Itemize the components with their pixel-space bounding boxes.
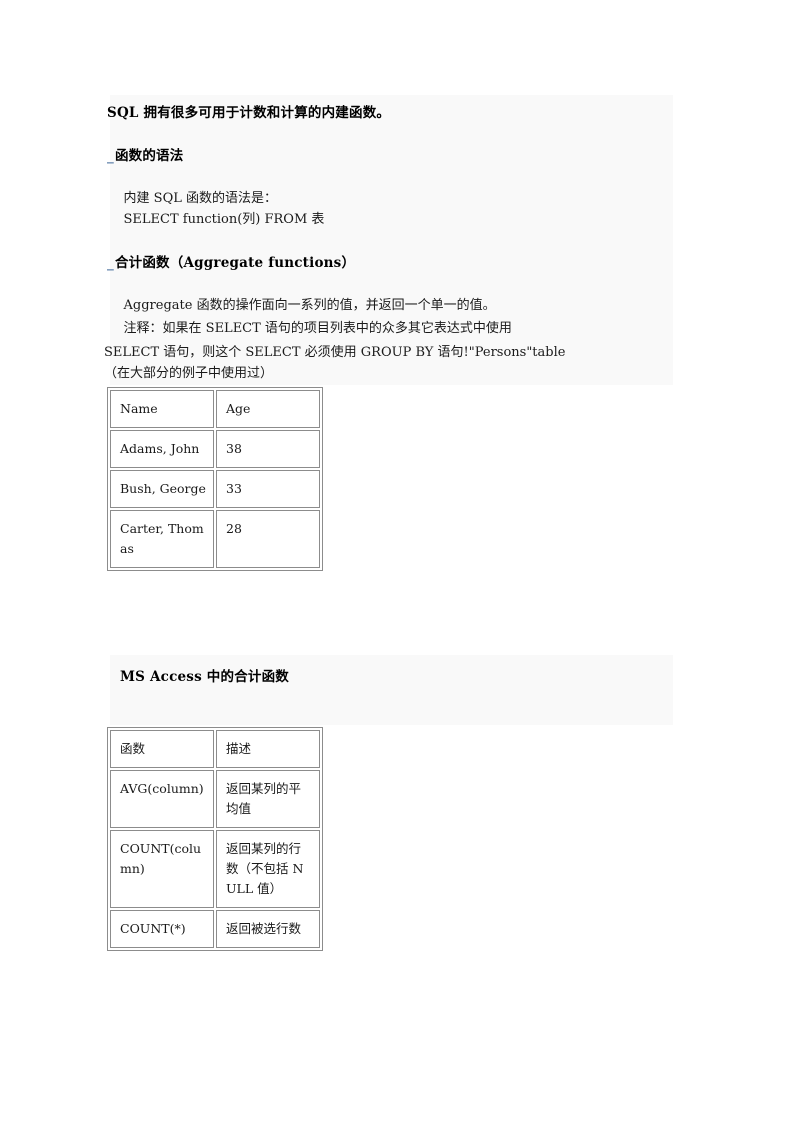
heading-underscore-icon: _: [107, 255, 114, 271]
section-heading-aggregate-text: 合计函数（Aggregate functions）: [114, 255, 356, 271]
intro-heading-text: SQL 拥有很多可用于计数和计算的内建函数。: [107, 105, 391, 121]
table-header-cell: Name: [110, 390, 214, 428]
aggregate-line-2: 注释：如果在 SELECT 语句的项目列表中的众多其它表达式中使用: [107, 321, 512, 336]
table-cell-description: 返回某列的行数（不包括 NULL 值）: [216, 830, 320, 908]
table-row: Name Age: [110, 390, 320, 428]
table-cell-function: COUNT(*): [110, 910, 214, 948]
section-heading-ms-access: MS Access 中的合计函数: [120, 665, 289, 685]
table-header-cell: 函数: [110, 730, 214, 768]
section-heading-syntax-text: 函数的语法: [114, 148, 184, 164]
table-row: 函数 描述: [110, 730, 320, 768]
table-row: Adams, John 38: [110, 430, 320, 468]
functions-table: 函数 描述 AVG(column) 返回某列的平均值 COUNT(column)…: [107, 727, 323, 951]
aggregate-line-4: （在大部分的例子中使用过）: [104, 366, 274, 381]
section-heading-aggregate: _合计函数（Aggregate functions）: [107, 251, 355, 271]
table-header-cell: Age: [216, 390, 320, 428]
table-cell-age: 38: [216, 430, 320, 468]
aggregate-line-3: SELECT 语句，则这个 SELECT 必须使用 GROUP BY 语句!"P…: [104, 345, 566, 360]
table-cell-age: 33: [216, 470, 320, 508]
table-row: COUNT(*) 返回被选行数: [110, 910, 320, 948]
table-cell-function: COUNT(column): [110, 830, 214, 908]
table-cell-function: AVG(column): [110, 770, 214, 828]
table-cell-description: 返回被选行数: [216, 910, 320, 948]
syntax-line-2: SELECT function(列) FROM 表: [107, 212, 325, 227]
table-cell-age: 28: [216, 510, 320, 568]
table-cell-name: Adams, John: [110, 430, 214, 468]
persons-table: Name Age Adams, John 38 Bush, George 33 …: [107, 387, 323, 571]
aggregate-line-1: Aggregate 函数的操作面向一系列的值，并返回一个单一的值。: [107, 298, 496, 313]
table-cell-name: Carter, Thomas: [110, 510, 214, 568]
heading-underscore-icon: _: [107, 148, 114, 164]
table-cell-name: Bush, George: [110, 470, 214, 508]
table-row: Bush, George 33: [110, 470, 320, 508]
syntax-line-1: 内建 SQL 函数的语法是：: [107, 191, 277, 206]
intro-heading: SQL 拥有很多可用于计数和计算的内建函数。: [107, 101, 390, 121]
table-row: Carter, Thomas 28: [110, 510, 320, 568]
table-cell-description: 返回某列的平均值: [216, 770, 320, 828]
table-header-cell: 描述: [216, 730, 320, 768]
table-row: COUNT(column) 返回某列的行数（不包括 NULL 值）: [110, 830, 320, 908]
table-row: AVG(column) 返回某列的平均值: [110, 770, 320, 828]
section-heading-syntax: _函数的语法: [107, 144, 183, 164]
section-heading-ms-access-text: MS Access 中的合计函数: [120, 669, 289, 685]
